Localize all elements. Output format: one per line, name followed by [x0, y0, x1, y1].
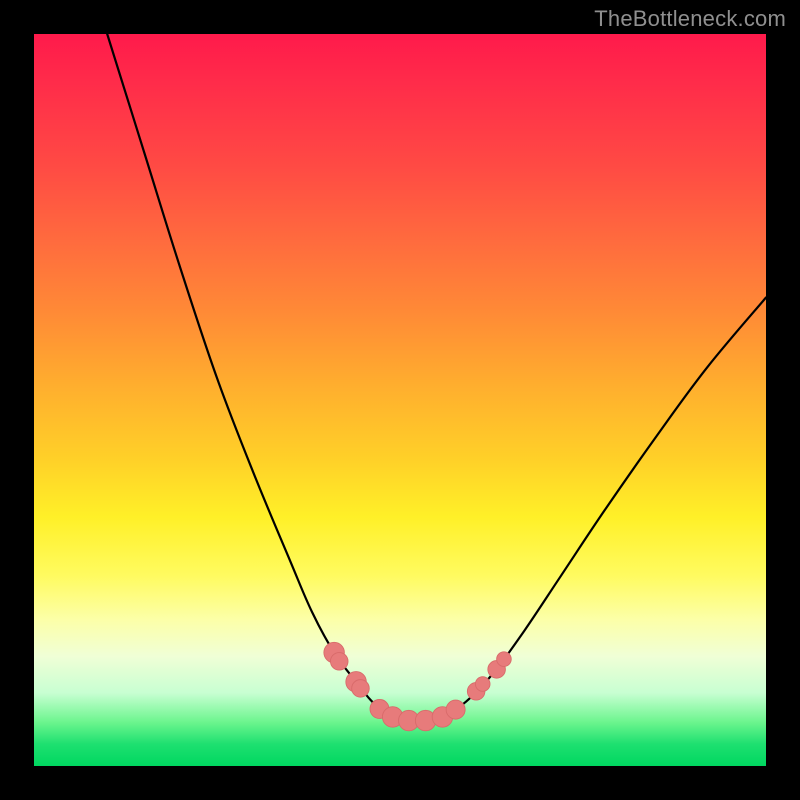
curve-marker: [330, 653, 348, 671]
curve-marker: [475, 677, 490, 692]
watermark-text: TheBottleneck.com: [594, 6, 786, 32]
curve-marker: [446, 700, 465, 719]
bottleneck-curve-path: [107, 34, 766, 721]
curve-svg: [34, 34, 766, 766]
curve-marker: [352, 680, 370, 698]
plot-area: [34, 34, 766, 766]
chart-frame: TheBottleneck.com: [0, 0, 800, 800]
curve-markers: [324, 642, 511, 731]
curve-marker: [497, 652, 512, 667]
